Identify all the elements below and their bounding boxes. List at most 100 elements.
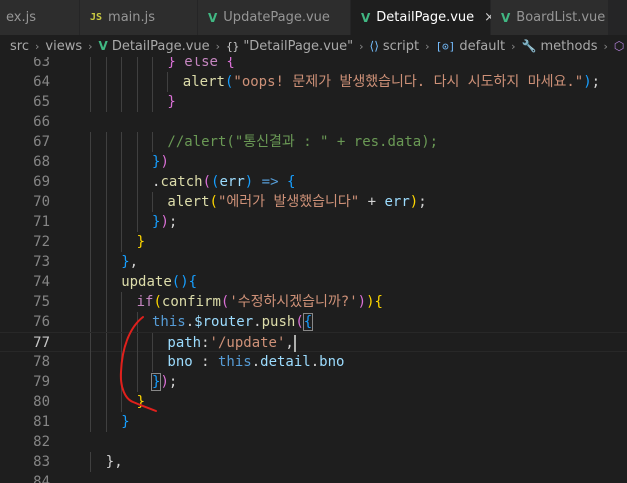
braces-icon: {} <box>226 39 240 53</box>
javascript-file-icon: JS <box>90 12 103 23</box>
code-token: catch <box>160 174 203 190</box>
code-line[interactable]: 68}) <box>0 152 627 172</box>
code-token: '/update' <box>209 335 286 351</box>
tab-main-js[interactable]: JS main.js <box>80 0 198 35</box>
code-line[interactable]: 80} <box>0 392 627 412</box>
code-line[interactable]: 84 <box>0 472 627 483</box>
indent-guide <box>121 392 123 412</box>
code-token: } <box>121 414 130 430</box>
indent-guide <box>152 72 153 92</box>
code-line[interactable]: 69 .catch((err) => { <box>0 172 627 192</box>
code-line[interactable]: 75 if(confirm('수정하시겠습니까?')){ <box>0 292 627 312</box>
indent-guide <box>121 312 123 332</box>
code-line[interactable]: 66 <box>0 112 627 132</box>
line-number: 64 <box>33 74 50 90</box>
indent-guide <box>90 392 92 412</box>
code-token: ; <box>418 194 427 210</box>
tab-boardlist-vue[interactable]: V BoardList.vue <box>491 0 609 35</box>
code-text: } else { <box>167 57 234 72</box>
indent-guide <box>105 212 107 232</box>
tab-label: main.js <box>108 10 156 25</box>
code-token: //alert("통신결과 : " + res.data); <box>167 134 439 150</box>
code-text: } <box>121 412 129 432</box>
breadcrumb-item[interactable]: views <box>45 39 82 54</box>
indent-guide <box>121 152 123 172</box>
code-token: ) <box>409 194 419 210</box>
tab-detailpage-vue[interactable]: V DetailPage.vue × <box>351 0 495 35</box>
code-line[interactable]: 79}); <box>0 372 627 392</box>
code-token: alert <box>167 194 210 210</box>
line-number: 66 <box>33 114 50 130</box>
code-line[interactable]: 73}, <box>0 252 627 272</box>
indent-guide <box>121 212 123 232</box>
indent-guide <box>121 57 123 72</box>
breadcrumb-item[interactable]: 🔧 methods <box>522 39 598 54</box>
indent-guide <box>121 72 123 92</box>
indent-guide <box>136 172 138 192</box>
code-line[interactable]: 77 path:'/update', <box>0 332 627 353</box>
breadcrumb-item[interactable]: ⟨⟩ script <box>370 39 420 54</box>
breadcrumb-item[interactable]: src <box>10 39 29 54</box>
code-token: ) <box>160 154 169 170</box>
code-line[interactable]: 64 alert("oops! 문제가 발생했습니다. 다시 시도하지 마세요."… <box>0 72 627 92</box>
code-token: : <box>192 354 218 370</box>
indent-guide <box>105 292 107 312</box>
line-number: 80 <box>33 394 50 410</box>
indent-guide <box>90 352 92 372</box>
code-token: ( <box>171 274 181 290</box>
code-line[interactable]: 74 update(){ <box>0 272 627 292</box>
breadcrumb-item[interactable]: {} "DetailPage.vue" <box>226 39 353 54</box>
breadcrumb-item[interactable]: V DetailPage.vue <box>99 39 210 54</box>
indent-guide <box>105 412 107 432</box>
code-token: + <box>359 194 385 210</box>
code-token: bno <box>167 354 193 370</box>
code-text: .catch((err) => { <box>152 172 295 192</box>
code-line[interactable]: 82 <box>0 432 627 452</box>
code-token: ) <box>160 374 169 390</box>
chevron-right-icon: › <box>425 39 430 53</box>
code-token: ) <box>180 274 189 290</box>
code-text: path:'/update', <box>167 333 296 353</box>
code-token: . <box>185 314 195 330</box>
tab-updatepage-vue[interactable]: V UpdatePage.vue <box>198 0 351 35</box>
code-line[interactable]: 78 bno : this.detail.bno <box>0 352 627 372</box>
code-line[interactable]: 81} <box>0 412 627 432</box>
code-line[interactable]: 76 this.$router.push({ <box>0 312 627 332</box>
code-editor[interactable]: 84 83}, 82 81} 80} 79}); 78 bno : this.detail.b… <box>0 57 627 483</box>
code-token: } <box>167 94 176 110</box>
code-line[interactable]: 71}); <box>0 212 627 232</box>
breadcrumb-item[interactable]: ⬡upda <box>614 39 627 54</box>
editor-tab-bar: ex.js JS main.js V UpdatePage.vue V DetailPage… <box>0 0 627 36</box>
breadcrumb-item[interactable]: [⊙] default <box>436 39 506 54</box>
code-line[interactable]: 70 alert("에러가 발생했습니다" + err); <box>0 192 627 212</box>
code-token: bno <box>319 354 345 370</box>
indent-guide <box>136 352 138 372</box>
tab-label: ex.js <box>6 10 36 25</box>
line-number: 69 <box>33 174 50 190</box>
code-line[interactable]: 65} <box>0 92 627 112</box>
code-text: }); <box>152 212 177 232</box>
chevron-right-icon: › <box>215 39 221 53</box>
indent-guide <box>105 232 107 252</box>
indent-guide <box>121 192 123 212</box>
code-token: }, <box>105 454 123 470</box>
code-token: { <box>302 313 314 331</box>
indent-guide <box>105 72 107 92</box>
tab-ex-js[interactable]: ex.js <box>0 0 80 35</box>
line-number: 70 <box>33 194 50 210</box>
code-line[interactable]: 63} else { <box>0 57 627 72</box>
code-line[interactable]: 83}, <box>0 452 627 472</box>
code-text: }, <box>106 452 123 472</box>
tab-label: BoardList.vue <box>516 10 606 25</box>
line-number: 79 <box>33 374 50 390</box>
indent-guide <box>121 172 123 192</box>
tab-label: DetailPage.vue <box>376 10 475 25</box>
code-line[interactable]: 67 //alert("통신결과 : " + res.data); <box>0 132 627 152</box>
indent-guide <box>105 272 107 292</box>
code-text: alert("oops! 문제가 발생했습니다. 다시 시도하지 마세요."); <box>183 72 600 92</box>
code-token: push <box>261 314 296 330</box>
code-line[interactable]: 72} <box>0 232 627 252</box>
indent-guide <box>90 72 92 92</box>
line-number: 72 <box>33 234 50 250</box>
